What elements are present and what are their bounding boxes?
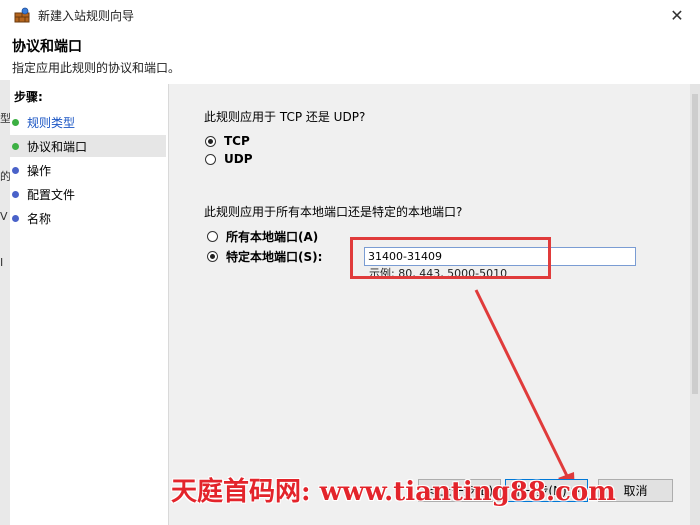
- firewall-wizard-icon: [14, 7, 30, 23]
- radio-tcp[interactable]: TCP: [205, 134, 250, 148]
- window-title: 新建入站规则向导: [38, 9, 135, 23]
- step-profile: 配置文件: [10, 183, 166, 205]
- steps-panel: 步骤: 规则类型 协议和端口 操作 配置文件 名称: [10, 84, 169, 525]
- radio-all-local-ports[interactable]: 所有本地端口(A): [207, 228, 318, 245]
- annotation-highlight-box: [350, 237, 551, 279]
- step-status-dot-icon: [12, 214, 19, 222]
- radio-specific-local-ports[interactable]: 特定本地端口(S):: [207, 248, 322, 265]
- page-subtitle: 指定应用此规则的协议和端口。: [12, 61, 181, 75]
- content-panel: [169, 84, 690, 525]
- step-rule-type[interactable]: 规则类型: [10, 111, 166, 133]
- step-name: 名称: [10, 207, 166, 229]
- close-icon[interactable]: ✕: [654, 0, 700, 30]
- step-label: 操作: [27, 163, 52, 178]
- step-label: 规则类型: [27, 115, 76, 130]
- radio-unchecked-icon[interactable]: [207, 231, 218, 242]
- background-text-fragment: I: [0, 256, 4, 269]
- background-scrollbar: [690, 84, 700, 525]
- step-status-dot-icon: [12, 190, 19, 198]
- step-action: 操作: [10, 159, 166, 181]
- watermark-text: 天庭首码网: www.tianting88.com: [171, 477, 616, 507]
- radio-checked-icon[interactable]: [207, 251, 218, 262]
- step-label: 名称: [27, 211, 52, 226]
- step-status-dot-icon: [12, 142, 19, 150]
- title-bar: 新建入站规则向导 ✕: [0, 0, 700, 30]
- scrollbar-thumb: [692, 94, 698, 394]
- steps-label: 步骤:: [14, 90, 43, 104]
- protocol-question: 此规则应用于 TCP 还是 UDP?: [204, 110, 366, 124]
- radio-label: TCP: [224, 134, 250, 148]
- radio-label: UDP: [224, 152, 253, 166]
- step-protocol-and-ports[interactable]: 协议和端口: [10, 135, 166, 157]
- step-status-dot-icon: [12, 166, 19, 174]
- radio-label: 特定本地端口(S):: [226, 250, 323, 264]
- background-text-fragment: V: [0, 210, 8, 223]
- ports-question: 此规则应用于所有本地端口还是特定的本地端口?: [204, 205, 463, 219]
- radio-udp[interactable]: UDP: [205, 152, 253, 166]
- radio-label: 所有本地端口(A): [226, 230, 319, 244]
- step-label: 协议和端口: [27, 139, 88, 154]
- radio-checked-icon[interactable]: [205, 135, 216, 147]
- step-status-dot-icon: [12, 118, 19, 126]
- background-window-edge: 型 的 V I: [0, 80, 11, 525]
- radio-unchecked-icon[interactable]: [205, 153, 216, 165]
- wizard-header: 协议和端口 指定应用此规则的协议和端口。: [0, 30, 700, 80]
- page-title: 协议和端口: [12, 39, 82, 55]
- step-label: 配置文件: [27, 187, 76, 202]
